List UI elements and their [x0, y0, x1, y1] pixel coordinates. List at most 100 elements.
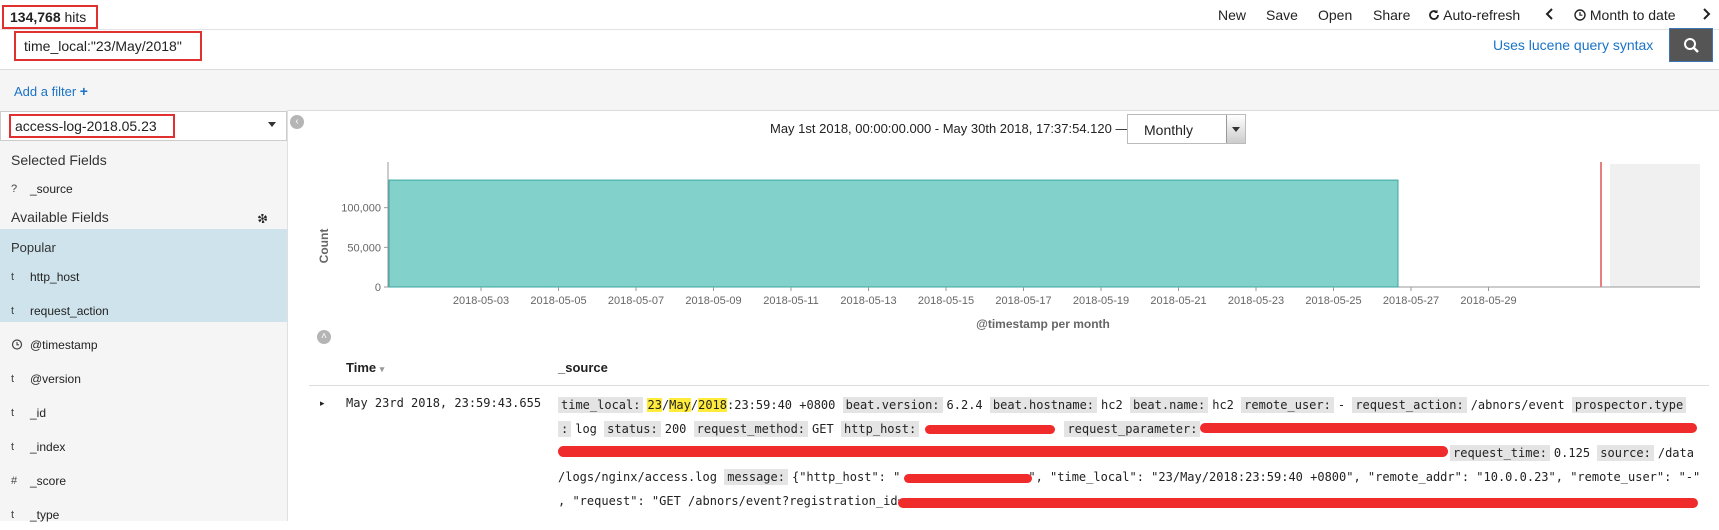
interval-value: Monthly: [1144, 122, 1194, 138]
time-picker-button[interactable]: Month to date: [1574, 7, 1676, 27]
x-tick-label: 2018-05-09: [685, 295, 741, 307]
field-type-icon: t: [11, 271, 15, 283]
time-range-label: Month to date: [1589, 7, 1676, 23]
x-tick-label: 2018-05-29: [1460, 295, 1516, 307]
source-line-2: : log status: 200 request_method: GET http_…: [558, 421, 1204, 437]
doc-table-header: [309, 353, 1709, 386]
collapse-sidebar-icon[interactable]: ‹: [290, 115, 304, 129]
open-button[interactable]: Open: [1318, 7, 1352, 27]
sidebar-divider: [287, 110, 288, 521]
chevron-right-icon: [1703, 8, 1711, 20]
field-type-icon: ?: [11, 183, 18, 195]
x-tick-label: 2018-05-03: [453, 295, 509, 307]
field-index[interactable]: t _index: [0, 432, 287, 462]
x-tick-label: 2018-05-25: [1305, 295, 1361, 307]
share-button[interactable]: Share: [1373, 7, 1410, 27]
row-timestamp: May 23rd 2018, 23:59:43.655: [346, 396, 542, 410]
collapse-chart-icon[interactable]: ˄: [317, 330, 331, 344]
index-pattern-value[interactable]: access-log-2018.05.23: [9, 114, 175, 138]
auto-refresh-label: Auto-refresh: [1443, 7, 1521, 23]
field-name: request_action: [30, 304, 109, 318]
x-axis-label: @timestamp per month: [976, 317, 1110, 331]
x-tick-label: 2018-05-21: [1150, 295, 1206, 307]
redaction-mark: [558, 446, 1448, 457]
field-name: _type: [30, 508, 60, 522]
field-source[interactable]: ? _source: [0, 174, 287, 204]
source-line-5: , "request": "GET /abnors/event?registra…: [558, 494, 905, 508]
search-icon: [1684, 38, 1699, 53]
popular-heading: Popular: [11, 240, 56, 255]
save-button[interactable]: Save: [1266, 7, 1298, 27]
field-type-icon: t: [11, 509, 15, 521]
field-type[interactable]: t _type: [0, 500, 287, 530]
y-tick-label: 0: [375, 282, 381, 294]
caret-down-icon[interactable]: [268, 122, 276, 127]
x-tick-label: 2018-05-13: [840, 295, 896, 307]
field-timestamp[interactable]: @timestamp: [0, 330, 287, 360]
clock-icon: [1574, 9, 1586, 21]
field-type-icon: t: [11, 441, 15, 453]
field-name: @timestamp: [30, 338, 98, 352]
y-tick-label: 50,000: [347, 242, 381, 254]
filter-bar: [0, 69, 1719, 111]
field-version[interactable]: t @version: [0, 364, 287, 394]
hits-count: 134,768 hits: [2, 5, 98, 29]
refresh-icon: [1429, 9, 1439, 20]
source-column-header: _source: [558, 360, 608, 375]
redaction-mark: [925, 425, 1055, 434]
available-fields-heading: Available Fields: [11, 209, 109, 225]
redaction-mark: [1200, 423, 1697, 433]
add-filter-button[interactable]: Add a filter +: [14, 83, 88, 99]
clock-icon: [11, 339, 23, 350]
field-type-icon: t: [11, 373, 15, 385]
time-column-header[interactable]: Time ▾: [346, 360, 384, 375]
gear-icon[interactable]: [257, 213, 268, 224]
field-id[interactable]: t _id: [0, 398, 287, 428]
expand-row-icon[interactable]: ▸: [320, 398, 325, 409]
field-name: _id: [30, 406, 47, 420]
source-line-3: request_time: 0.125 source:/data: [1450, 445, 1694, 461]
time-forward-button[interactable]: [1701, 7, 1711, 27]
field-type-icon: t: [11, 407, 15, 419]
chevron-left-icon: [1545, 8, 1553, 20]
query-input[interactable]: time_local:"23/May/2018": [14, 31, 202, 61]
interval-select[interactable]: Monthly: [1127, 114, 1246, 144]
x-tick-label: 2018-05-11: [763, 295, 818, 307]
x-tick-label: 2018-05-17: [995, 295, 1051, 307]
x-tick-label: 2018-05-23: [1228, 295, 1284, 307]
y-tick-label: 100,000: [341, 203, 381, 215]
x-tick-label: 2018-05-15: [918, 295, 974, 307]
y-axis-label: Count: [317, 229, 331, 264]
field-type-icon: t: [11, 305, 15, 317]
source-line-4: /logs/nginx/access.log message: {"http_ho…: [558, 469, 1701, 485]
x-tick-label: 2018-05-07: [608, 295, 664, 307]
source-line-1: time_local: 23/May/2018:23:59:40 +0800 be…: [558, 397, 1690, 413]
field-name: http_host: [30, 270, 80, 284]
divider: [0, 29, 1719, 30]
field-name: _source: [30, 182, 73, 196]
chart-out-of-range-region: [1610, 164, 1700, 287]
new-button[interactable]: New: [1218, 7, 1246, 27]
histogram-chart: Count @timestamp per month 0 50,000 100,00…: [317, 162, 1700, 331]
redaction-mark: [898, 498, 1698, 508]
field-name: _score: [30, 474, 67, 488]
x-tick-label: 2018-05-05: [530, 295, 586, 307]
lucene-syntax-link[interactable]: Uses lucene query syntax: [1493, 37, 1653, 53]
field-http-host[interactable]: t http_host: [0, 262, 287, 292]
time-back-button[interactable]: [1545, 7, 1555, 27]
histogram-bar: [388, 179, 1399, 288]
caret-down-icon: [1232, 127, 1240, 132]
histogram-date-range: May 1st 2018, 00:00:00.000 - May 30th 20…: [770, 121, 1129, 136]
redaction-mark: [904, 474, 1032, 483]
interval-dropdown-button[interactable]: [1226, 115, 1245, 143]
auto-refresh-button[interactable]: Auto-refresh: [1428, 7, 1520, 27]
x-tick-label: 2018-05-19: [1073, 295, 1129, 307]
field-type-icon: #: [11, 475, 18, 487]
selected-fields-heading: Selected Fields: [11, 152, 107, 168]
x-tick-label: 2018-05-27: [1383, 295, 1439, 307]
field-score[interactable]: # _score: [0, 466, 287, 496]
field-name: _index: [30, 440, 66, 454]
search-button[interactable]: [1669, 28, 1713, 62]
field-request-action[interactable]: t request_action: [0, 296, 287, 326]
field-name: @version: [30, 372, 81, 386]
